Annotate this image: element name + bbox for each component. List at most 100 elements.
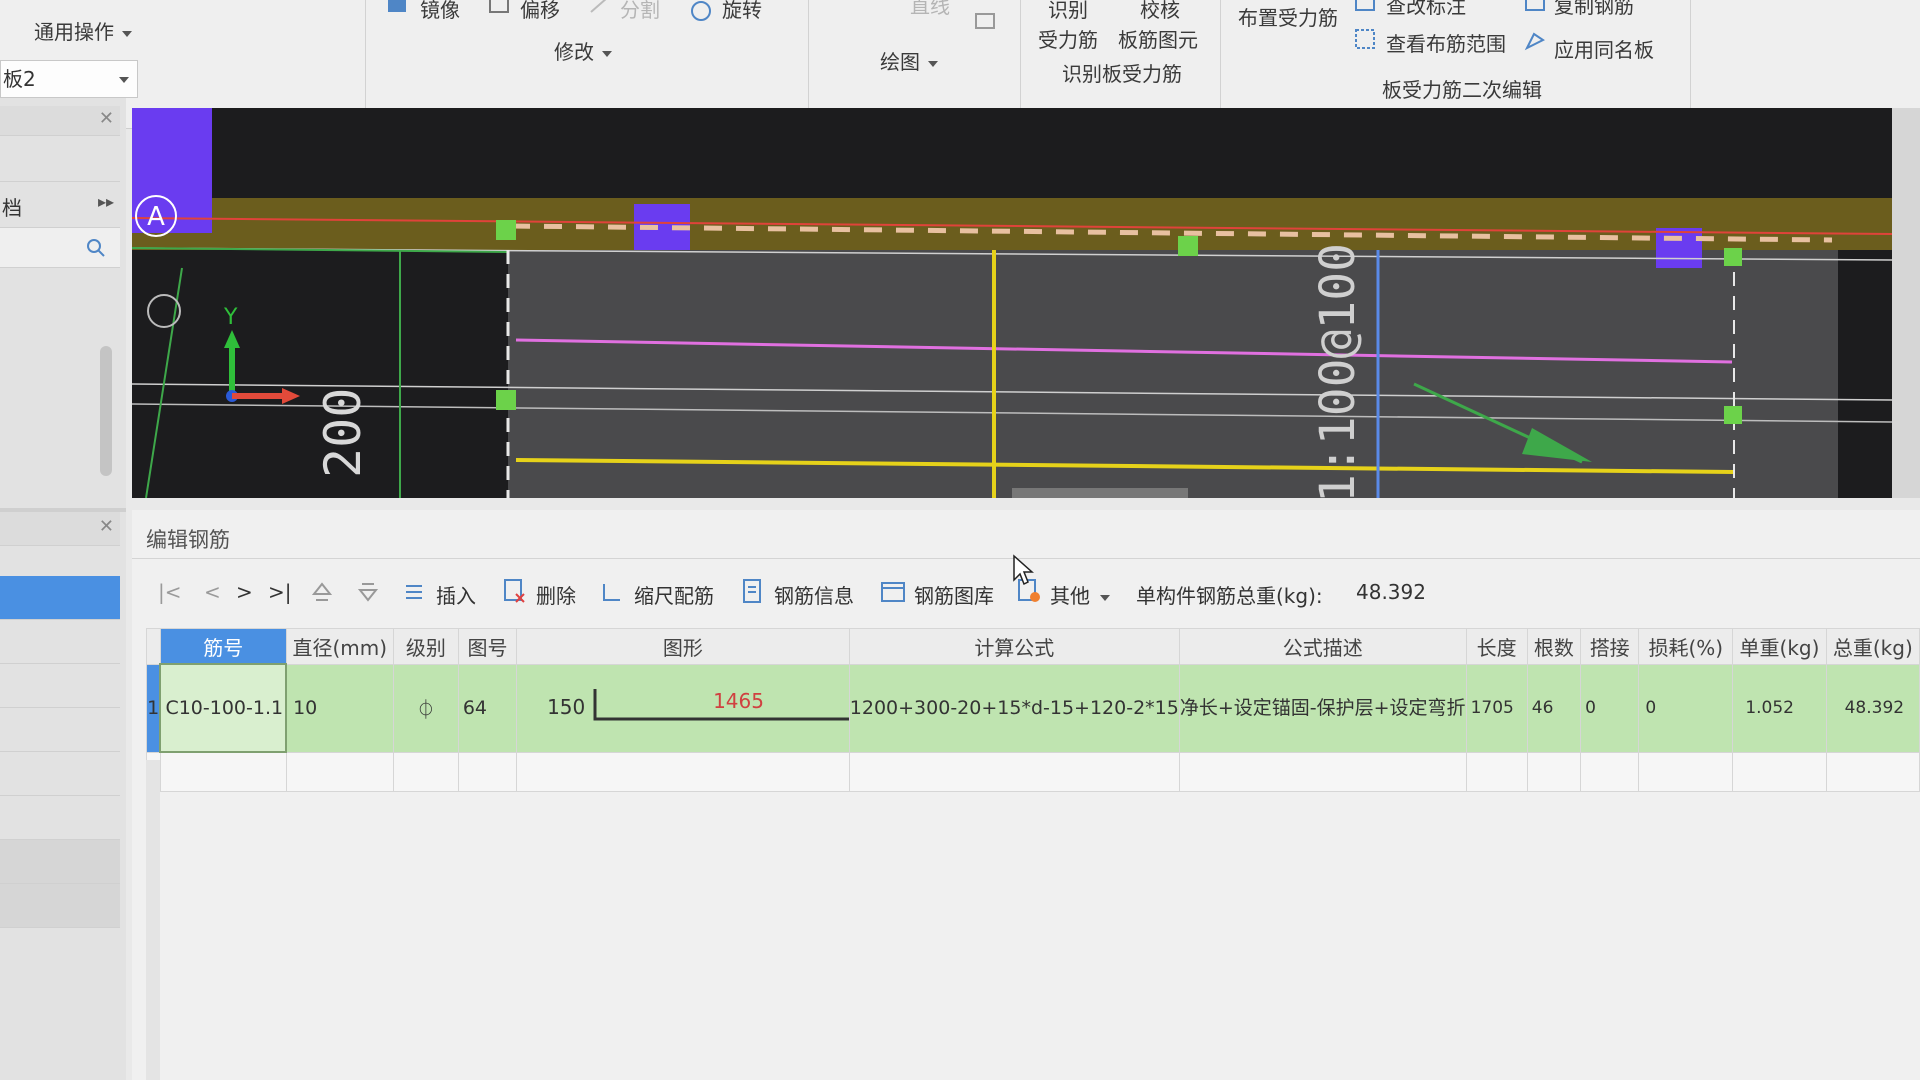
layout-range-icon xyxy=(1355,29,1375,49)
apply-same-slab-button[interactable]: 应用同名板 xyxy=(1554,34,1654,63)
expand-icon[interactable]: ▸▸ xyxy=(98,192,114,211)
col-header[interactable]: 级别 xyxy=(393,628,459,665)
list-item[interactable] xyxy=(0,664,120,708)
row-number[interactable]: 1 xyxy=(146,663,161,753)
col-header[interactable]: 总重(kg) xyxy=(1825,628,1920,665)
empty-cell[interactable] xyxy=(1825,751,1920,792)
empty-cell[interactable] xyxy=(1732,751,1827,792)
draw-menu[interactable]: 绘图 xyxy=(880,46,938,75)
col-header[interactable]: 根数 xyxy=(1526,628,1582,665)
empty-cell[interactable] xyxy=(1465,751,1528,792)
grip-point[interactable] xyxy=(496,390,516,410)
col-header[interactable]: 图号 xyxy=(457,628,518,665)
mirror-button[interactable]: 镜像 xyxy=(420,0,460,23)
close-icon[interactable]: ✕ xyxy=(99,516,114,537)
col-header[interactable]: 搭接 xyxy=(1580,628,1640,665)
nav-next-button[interactable]: > xyxy=(236,580,253,604)
list-item[interactable] xyxy=(0,620,120,664)
empty-cell[interactable] xyxy=(457,751,518,792)
rotate-button[interactable]: 旋转 xyxy=(722,0,762,23)
empty-cell[interactable] xyxy=(1178,751,1467,792)
cad-canvas[interactable]: A Y 200 1:100@100 xyxy=(132,108,1892,498)
col-header[interactable]: 单重(kg) xyxy=(1732,628,1827,665)
ribbon-separator xyxy=(1020,0,1021,118)
split-button[interactable]: 分割 xyxy=(620,0,660,23)
main-bar-button[interactable]: 受力筋 xyxy=(1038,24,1098,53)
rebar-info-button[interactable]: 钢筋信息 xyxy=(774,580,854,609)
doc-row[interactable]: 档 ▸▸ xyxy=(0,182,120,228)
empty-cell[interactable] xyxy=(1638,751,1734,792)
scale-rebar-button[interactable]: 缩尺配筋 xyxy=(634,580,714,609)
copy-rebar-button[interactable]: 复制钢筋 xyxy=(1554,0,1634,19)
table-row[interactable]: 1 C10-100-1.1 10 ⏀ 64 150 1465 90 1200+3… xyxy=(146,663,1920,753)
col-header[interactable]: 计算公式 xyxy=(848,628,1180,665)
length-cell[interactable]: 1705 xyxy=(1465,663,1528,753)
split-icon xyxy=(590,0,607,13)
empty-cell[interactable] xyxy=(1580,751,1640,792)
layout-main-bar-button[interactable]: 布置受力筋 xyxy=(1238,2,1338,31)
total-weight-cell[interactable]: 48.392 xyxy=(1825,663,1920,753)
view-annotation-button[interactable]: 查改标注 xyxy=(1386,0,1466,19)
shape-cell[interactable]: 150 1465 90 xyxy=(516,663,850,753)
empty-cell[interactable] xyxy=(1526,751,1582,792)
col-header[interactable]: 直径(mm) xyxy=(285,628,395,665)
list-item[interactable] xyxy=(0,884,120,928)
scrollbar-thumb[interactable] xyxy=(100,346,112,476)
move-down-icon[interactable] xyxy=(356,580,380,604)
selected-item[interactable] xyxy=(0,576,120,620)
shape-no-cell[interactable]: 64 xyxy=(457,663,518,753)
description-cell[interactable]: 净长+设定锚固-保护层+设定弯折 xyxy=(1178,663,1467,753)
unit-weight-cell[interactable]: 1.052 xyxy=(1732,663,1827,753)
other-menu[interactable]: 其他 xyxy=(1050,580,1110,609)
empty-cell[interactable] xyxy=(848,751,1180,792)
delete-button[interactable]: 删除 xyxy=(536,580,576,609)
lap-cell[interactable]: 0 xyxy=(1580,663,1640,753)
modify-menu[interactable]: 修改 xyxy=(554,36,612,65)
list-item[interactable] xyxy=(0,708,120,752)
col-header[interactable]: 长度 xyxy=(1465,628,1528,665)
total-weight-label: 单构件钢筋总重(kg): xyxy=(1136,584,1323,608)
table-row[interactable]: 2 xyxy=(146,751,1920,792)
list-item[interactable] xyxy=(0,840,120,884)
insert-button[interactable]: 插入 xyxy=(436,580,476,609)
bar-code-cell[interactable]: C10-100-1.1 xyxy=(159,663,288,753)
empty-cell[interactable] xyxy=(393,751,459,792)
nav-first-button[interactable]: |< xyxy=(158,580,182,604)
grip-point[interactable] xyxy=(1178,236,1198,256)
close-icon[interactable]: ✕ xyxy=(99,108,114,129)
rebar-element-button[interactable]: 板筋图元 xyxy=(1118,24,1198,53)
grade-cell[interactable]: ⏀ xyxy=(393,663,459,753)
rebar-library-button[interactable]: 钢筋图库 xyxy=(914,580,994,609)
nav-last-button[interactable]: >| xyxy=(268,580,292,604)
empty-cell[interactable] xyxy=(516,751,850,792)
nav-prev-button[interactable]: < xyxy=(204,580,221,604)
grip-point[interactable] xyxy=(496,220,516,240)
horizontal-scrollbar[interactable] xyxy=(1012,488,1188,498)
line-button[interactable]: 直线 xyxy=(910,0,950,19)
empty-cell[interactable] xyxy=(285,751,395,792)
grip-point[interactable] xyxy=(1724,406,1742,424)
left-panel: 板2 ✕ 档 ▸▸ ✕ xyxy=(0,60,138,1080)
formula-cell[interactable]: 1200+300-20+15*d-15+120-2*15 xyxy=(848,663,1180,753)
loss-cell[interactable]: 0 xyxy=(1638,663,1734,753)
search-row[interactable] xyxy=(0,228,120,268)
offset-icon xyxy=(489,0,509,13)
col-header[interactable]: 筋号 xyxy=(159,628,287,665)
move-up-icon[interactable] xyxy=(310,580,334,604)
view-layout-range-button[interactable]: 查看布筋范围 xyxy=(1386,28,1506,57)
grip-point[interactable] xyxy=(1724,248,1742,266)
general-ops-menu[interactable]: 通用操作 xyxy=(34,16,132,45)
col-header[interactable]: 公式描述 xyxy=(1178,628,1467,665)
col-header[interactable]: 损耗(%) xyxy=(1638,628,1734,665)
floor-combo[interactable]: 板2 xyxy=(0,60,138,98)
offset-button[interactable]: 偏移 xyxy=(520,0,560,23)
diameter-cell[interactable]: 10 xyxy=(285,663,395,753)
count-cell[interactable]: 46 xyxy=(1526,663,1582,753)
slab-band xyxy=(132,198,1892,250)
list-item[interactable] xyxy=(0,796,120,840)
list-item[interactable] xyxy=(0,752,120,796)
col-header[interactable]: 图形 xyxy=(516,628,850,665)
empty-cell[interactable] xyxy=(159,751,287,792)
slab-bar-edit-group: 板受力筋二次编辑 xyxy=(1382,78,1542,102)
identify-slab-bar-group: 识别板受力筋 xyxy=(1062,62,1182,86)
